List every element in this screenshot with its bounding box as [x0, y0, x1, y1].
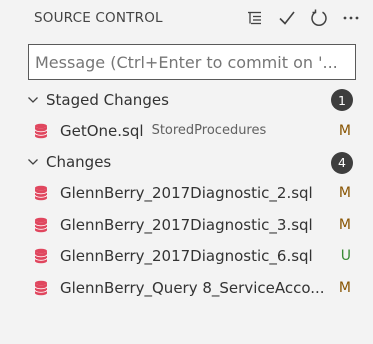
database-icon — [32, 279, 50, 297]
more-actions-icon[interactable] — [339, 6, 363, 30]
database-icon — [32, 247, 50, 265]
file-name: GlennBerry_Query 8_ServiceAcco... — [60, 278, 325, 297]
header-actions — [243, 6, 363, 30]
commit-message-container — [0, 36, 373, 80]
commit-message-input[interactable] — [28, 44, 356, 80]
file-status: U — [340, 248, 351, 265]
list-item[interactable]: GetOne.sql StoredProcedures M — [0, 115, 373, 147]
file-name: GlennBerry_2017Diagnostic_6.sql — [60, 247, 313, 266]
group-label: Staged Changes — [46, 90, 169, 109]
file-name: GlennBerry_2017Diagnostic_2.sql — [60, 184, 313, 203]
group-staged-changes[interactable]: Staged Changes 1 — [0, 84, 373, 115]
refresh-icon[interactable] — [307, 6, 331, 30]
file-status: M — [338, 122, 351, 139]
list-item[interactable]: GlennBerry_2017Diagnostic_6.sql U — [0, 241, 373, 273]
file-status: M — [338, 185, 351, 202]
changes-tree: Staged Changes 1 GetOne.sql StoredProced… — [0, 84, 373, 304]
file-status: M — [338, 216, 351, 233]
file-name: GetOne.sql — [60, 121, 144, 140]
database-icon — [32, 216, 50, 234]
file-name: GlennBerry_2017Diagnostic_3.sql — [60, 215, 313, 234]
database-icon — [32, 184, 50, 202]
count-badge: 4 — [331, 151, 353, 174]
commit-check-icon[interactable] — [275, 6, 299, 30]
file-status: M — [338, 279, 351, 296]
chevron-down-icon[interactable] — [24, 91, 42, 109]
panel-title: SOURCE CONTROL — [34, 10, 163, 26]
chevron-down-icon[interactable] — [24, 153, 42, 171]
view-as-tree-icon[interactable] — [243, 6, 267, 30]
file-directory: StoredProcedures — [151, 123, 267, 139]
panel-header: SOURCE CONTROL — [0, 0, 373, 36]
group-changes[interactable]: Changes 4 — [0, 147, 373, 178]
database-icon — [32, 122, 50, 140]
list-item[interactable]: GlennBerry_2017Diagnostic_3.sql M — [0, 209, 373, 241]
source-control-panel: SOURCE CONTROL Message (Ctrl+Enter to co… — [0, 0, 373, 344]
count-badge: 1 — [331, 89, 353, 111]
list-item[interactable]: GlennBerry_2017Diagnostic_2.sql M — [0, 178, 373, 210]
list-item[interactable]: GlennBerry_Query 8_ServiceAcco... M — [0, 272, 373, 304]
group-label: Changes — [46, 153, 112, 171]
